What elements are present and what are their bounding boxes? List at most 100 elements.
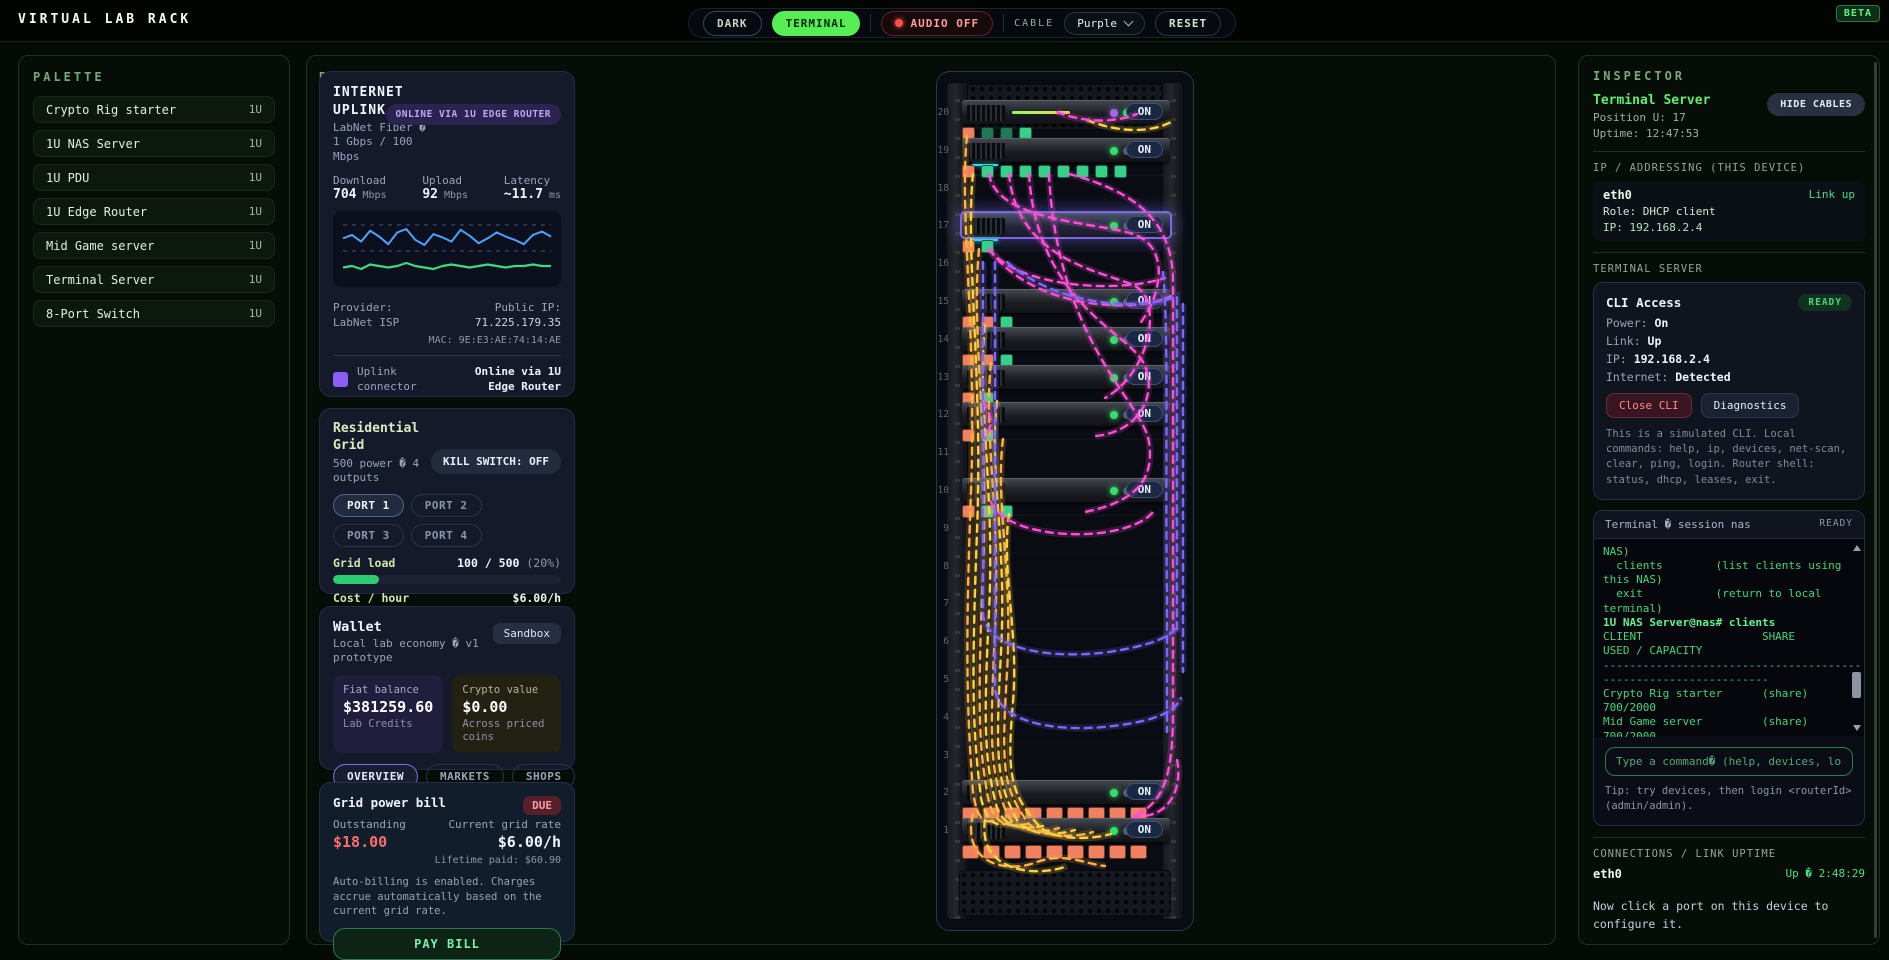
connection-name: eth0 [1593,867,1622,881]
audio-toggle-button[interactable]: AUDIO OFF [881,11,993,36]
rack-device-u14[interactable]: ON [962,327,1170,351]
ethernet-port[interactable] [1076,165,1089,178]
palette-item[interactable]: Mid Game server1U [33,232,275,259]
palette-item[interactable]: 1U PDU1U [33,164,275,191]
power-state-toggle[interactable]: ON [1126,405,1163,422]
terminal-output[interactable]: NAS) clients (list clients usingthis NAS… [1594,539,1864,737]
hide-cables-button[interactable]: HIDE CABLES [1767,93,1865,116]
rack-device-u19[interactable]: ON [962,138,1170,162]
pay-bill-button[interactable]: PAY BILL [333,928,561,960]
server-rack: 2019181716151413121110987654321ONONONONO… [936,71,1194,931]
palette-title: PALETTE [33,70,275,84]
uplink-stat-label: Download [333,174,387,187]
power-state-toggle[interactable]: ON [1126,821,1163,838]
eth0-link-status: Link up [1809,188,1855,202]
rack-device-u12[interactable]: ON [962,402,1170,426]
cli-status-value: Up [1648,334,1662,348]
device-accent-stripe [1012,111,1070,114]
scroll-down-icon[interactable] [1853,725,1861,731]
terminal-server-section-label: TERMINAL SERVER [1593,263,1865,275]
grid-load-bar [333,575,561,584]
scroll-up-icon[interactable] [1853,545,1861,551]
rack-device-u2[interactable]: ON [962,780,1170,804]
cli-status-row: IP: 192.168.2.4 [1606,352,1852,366]
power-port[interactable] [1109,845,1126,859]
theme-terminal-button[interactable]: TERMINAL [772,11,861,36]
ethernet-port[interactable] [1038,165,1051,178]
ethernet-port[interactable] [1057,165,1070,178]
power-port[interactable] [1004,845,1021,859]
ethernet-port[interactable] [1000,505,1013,518]
palette-item-name: 1U PDU [46,171,89,185]
palette-item[interactable]: 1U NAS Server1U [33,130,275,157]
ethernet-port[interactable] [1000,165,1013,178]
scrollbar-thumb[interactable] [1852,672,1861,698]
grid-port-chip[interactable]: PORT 2 [411,494,482,517]
power-port[interactable] [962,845,979,859]
palette-item[interactable]: Terminal Server1U [33,266,275,293]
crypto-label: Crypto value [462,684,551,696]
uplink-stat-value: ~11.7 ms [504,187,561,202]
rack-device-u10[interactable]: ON [962,478,1170,502]
rack-device-u20[interactable]: ON [962,100,1170,124]
rack-device-u1[interactable]: ON [962,818,1170,842]
ethernet-port[interactable] [981,240,994,253]
power-state-toggle[interactable]: ON [1126,141,1163,158]
palette-item-name: Crypto Rig starter [46,103,176,117]
reset-button[interactable]: RESET [1155,11,1221,36]
rack-device-u13[interactable]: ON [962,365,1170,389]
rack-bottom-cap [959,870,1171,916]
palette-item[interactable]: Crypto Rig starter1U [33,96,275,123]
grid-port-chip[interactable]: PORT 1 [333,494,404,517]
power-state-toggle[interactable]: ON [1126,216,1163,233]
ethernet-port[interactable] [1114,165,1127,178]
palette-item[interactable]: 8-Port Switch1U [33,300,275,327]
power-state-toggle[interactable]: ON [1126,783,1163,800]
ethernet-port[interactable] [981,505,994,518]
device-position: Position U: 17 [1593,111,1710,124]
uplink-subtitle: LabNet Fiber � 1 Gbps / 100 Mbps [333,121,433,164]
power-port[interactable] [962,240,975,253]
power-port[interactable] [1067,845,1084,859]
power-state-toggle[interactable]: ON [1126,481,1163,498]
terminal-scrollbar[interactable] [1852,543,1862,733]
palette-list: Crypto Rig starter1U 1U NAS Server1U 1U PD… [33,96,275,327]
power-port[interactable] [962,165,975,178]
power-state-toggle[interactable]: ON [1126,330,1163,347]
uplink-mac: MAC: 9E:E3:AE:74:14:AE [333,335,561,346]
power-port[interactable] [1046,845,1063,859]
diagnostics-button[interactable]: Diagnostics [1701,393,1800,418]
ethernet-port[interactable] [1019,165,1032,178]
theme-dark-button[interactable]: DARK [703,11,762,36]
grid-port-chip[interactable]: PORT 3 [333,524,404,547]
rack-unit-number: 7 [937,598,949,609]
rack-device-u17[interactable]: ON [962,213,1170,237]
power-port[interactable] [1088,845,1105,859]
ethernet-port[interactable] [981,429,994,442]
power-port[interactable] [1130,845,1147,859]
palette-item-name: Mid Game server [46,239,154,253]
cable-color-select[interactable]: Purple [1064,12,1145,35]
rack-unit-number: 19 [937,145,949,156]
kill-switch-button[interactable]: KILL SWITCH: OFF [431,449,561,474]
power-state-toggle[interactable]: ON [1126,368,1163,385]
rack-slot-line [967,666,1163,667]
inspector-scrollbar[interactable] [1874,62,1877,938]
power-port[interactable] [962,429,975,442]
command-input[interactable] [1605,747,1853,776]
ethernet-port[interactable] [1095,165,1108,178]
eth0-role: Role: DHCP client [1603,205,1855,218]
power-port[interactable] [962,505,975,518]
power-port[interactable] [1025,845,1042,859]
ethernet-port[interactable] [981,165,994,178]
fiat-balance-box: Fiat balance $381259.60 Lab Credits [333,675,443,753]
grid-port-chip[interactable]: PORT 4 [411,524,482,547]
close-cli-button[interactable]: Close CLI [1606,393,1692,418]
chevron-down-icon [1124,17,1134,27]
power-port[interactable] [983,845,1000,859]
rack-device-u15[interactable]: ON [962,289,1170,313]
power-state-toggle[interactable]: ON [1126,103,1163,120]
power-state-toggle[interactable]: ON [1126,292,1163,309]
palette-item[interactable]: 1U Edge Router1U [33,198,275,225]
cli-status-row: Internet: Detected [1606,370,1852,384]
